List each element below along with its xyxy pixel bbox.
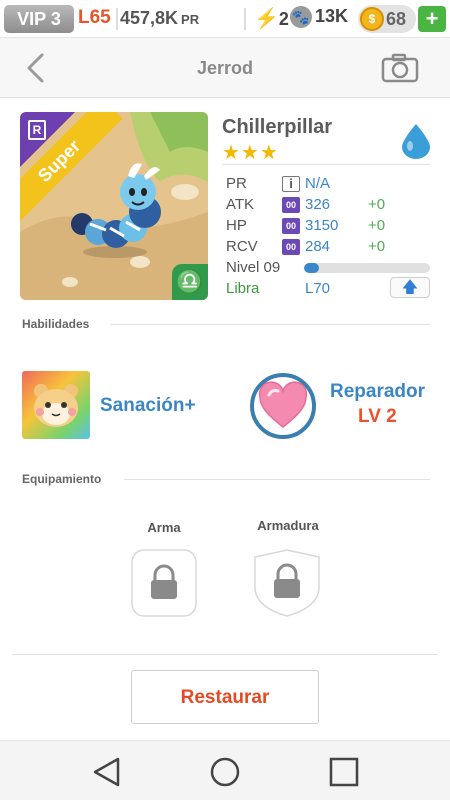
passive-skill-icon[interactable] bbox=[250, 373, 316, 439]
square-recents-icon bbox=[329, 757, 359, 787]
nav-home-button[interactable] bbox=[208, 755, 242, 789]
coin-counter[interactable]: $ 68 bbox=[358, 5, 416, 33]
add-coins-button[interactable]: + bbox=[418, 6, 446, 32]
section-divider bbox=[124, 479, 430, 480]
hp-bonus: +0 bbox=[368, 217, 386, 234]
pr-label: PR bbox=[226, 175, 247, 192]
abilities-title: Habilidades bbox=[22, 317, 90, 331]
coin-icon: $ bbox=[360, 7, 384, 31]
water-element-icon[interactable] bbox=[398, 122, 434, 160]
monster-name: Chillerpillar bbox=[222, 116, 333, 138]
equipment-title: Equipamiento bbox=[22, 472, 102, 486]
nav-back-button[interactable] bbox=[90, 755, 124, 789]
lightning-icon: ⚡ bbox=[254, 8, 279, 30]
armor-label: Armadura bbox=[257, 518, 319, 533]
star-rating: ★★★ bbox=[222, 142, 279, 164]
sign-label: Libra bbox=[226, 280, 260, 297]
paw-counter[interactable]: 🐾 13K bbox=[290, 6, 349, 29]
paw-icon: 🐾 bbox=[290, 6, 312, 29]
status-bar: VIP 3 L65 457,8K PR ⚡2 🐾 13K $ 68 + bbox=[0, 0, 450, 38]
nav-recents-button[interactable] bbox=[327, 755, 361, 789]
skill-icon[interactable] bbox=[22, 371, 90, 439]
power-unit: PR bbox=[181, 12, 200, 27]
weapon-slot[interactable] bbox=[131, 549, 197, 617]
heart-icon bbox=[258, 381, 308, 428]
hp-label: HP bbox=[226, 217, 247, 234]
rarity-badge: R bbox=[28, 120, 46, 140]
atk-stat-icon: 00 bbox=[282, 197, 300, 213]
info-divider bbox=[222, 164, 430, 165]
player-level: L65 bbox=[78, 7, 111, 28]
bottom-divider bbox=[12, 654, 438, 655]
passive-skill-name[interactable]: Reparador bbox=[330, 381, 425, 403]
upgrade-button[interactable]: 🡅 bbox=[390, 277, 430, 298]
system-nav-bar bbox=[0, 740, 450, 800]
monster-portrait[interactable]: R Super ♎ bbox=[20, 112, 208, 300]
energy-value: 2 bbox=[278, 9, 289, 29]
sign-level: L70 bbox=[305, 280, 331, 297]
paw-value: 13K bbox=[315, 6, 349, 26]
page-header: Jerrod bbox=[0, 38, 450, 98]
restore-button[interactable]: Restaurar bbox=[131, 670, 319, 724]
up-arrow-icon: 🡅 bbox=[401, 279, 419, 296]
level-progress-bar bbox=[304, 263, 430, 273]
energy-counter[interactable]: ⚡2 bbox=[254, 6, 289, 31]
level-progress-fill bbox=[304, 263, 320, 273]
section-divider bbox=[110, 324, 430, 325]
libra-zodiac-icon: ♎ bbox=[172, 264, 208, 300]
armor-slot-frame bbox=[254, 549, 320, 617]
atk-label: ATK bbox=[226, 196, 255, 213]
rcv-value: 284 bbox=[305, 238, 331, 255]
camera-button[interactable] bbox=[380, 52, 420, 84]
hp-value: 3150 bbox=[305, 217, 339, 234]
hp-stat-icon: 00 bbox=[282, 218, 300, 234]
water-drop-icon bbox=[402, 124, 430, 159]
triangle-back-icon bbox=[93, 757, 120, 787]
weapon-slot-frame bbox=[131, 549, 197, 617]
atk-bonus: +0 bbox=[368, 196, 386, 213]
armor-slot[interactable] bbox=[254, 549, 320, 617]
camera-icon bbox=[381, 53, 419, 83]
weapon-label: Arma bbox=[147, 520, 181, 535]
power-value: 457,8K bbox=[120, 8, 179, 28]
pr-value: N/A bbox=[305, 175, 331, 192]
divider bbox=[244, 8, 246, 30]
rcv-label: RCV bbox=[226, 238, 258, 255]
rcv-bonus: +0 bbox=[368, 238, 386, 255]
rcv-stat-icon: 00 bbox=[282, 239, 300, 255]
divider bbox=[116, 8, 118, 30]
hamster-face-icon bbox=[34, 384, 78, 427]
atk-value: 326 bbox=[305, 196, 331, 213]
power-rating: 457,8K PR bbox=[120, 8, 199, 29]
passive-skill-level: LV 2 bbox=[358, 406, 397, 427]
info-icon[interactable]: i bbox=[282, 176, 300, 192]
skill-name[interactable]: Sanación+ bbox=[100, 395, 196, 417]
circle-home-icon bbox=[210, 757, 240, 787]
level-label: Nivel 09 bbox=[226, 259, 281, 276]
vip-badge[interactable]: VIP 3 bbox=[4, 5, 74, 33]
coin-value: 68 bbox=[386, 9, 407, 29]
